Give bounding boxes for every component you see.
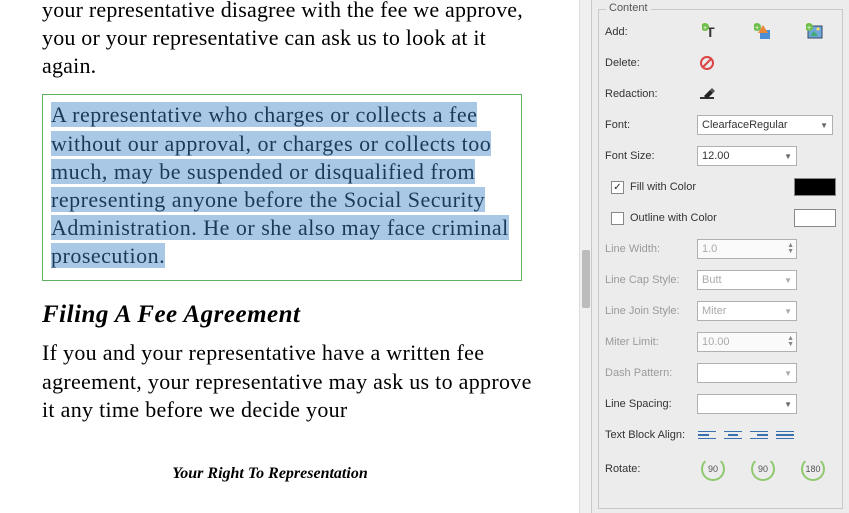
outline-color-label: Outline with Color — [630, 212, 717, 224]
miter-label: Miter Limit: — [605, 336, 697, 348]
font-combo[interactable]: ClearfaceRegular ▼ — [697, 115, 833, 135]
paragraph-bottom: If you and your representative have a wr… — [42, 339, 539, 423]
panel-title: Content — [606, 2, 651, 14]
rotate-180-button[interactable]: 180 — [801, 457, 825, 481]
align-center-button[interactable] — [723, 427, 743, 443]
linecap-label: Line Cap Style: — [605, 274, 697, 286]
selected-text[interactable]: A representative who charges or collects… — [51, 102, 509, 268]
section-heading: Filing A Fee Agreement — [42, 301, 539, 329]
align-label: Text Block Align: — [605, 429, 697, 441]
font-label: Font: — [605, 119, 697, 131]
linewidth-label: Line Width: — [605, 243, 697, 255]
document-view[interactable]: your representative disagree with the fe… — [0, 0, 579, 513]
delete-icon[interactable] — [697, 53, 717, 73]
fontsize-combo[interactable]: 12.00 ▼ — [697, 146, 797, 166]
dash-label: Dash Pattern: — [605, 367, 697, 379]
add-shape-icon[interactable]: + — [753, 22, 773, 42]
fill-color-checkbox[interactable]: ✓ — [611, 181, 624, 194]
paragraph-top: your representative disagree with the fe… — [42, 0, 539, 80]
chevron-down-icon: ▼ — [784, 152, 792, 161]
linespacing-label: Line Spacing: — [605, 398, 697, 410]
chevron-down-icon: ▼ — [820, 121, 828, 130]
linewidth-input: 1.0 ▲▼ — [697, 239, 797, 259]
vertical-scrollbar[interactable] — [579, 0, 591, 513]
align-left-button[interactable] — [697, 427, 717, 443]
dash-combo: ▼ — [697, 363, 797, 383]
content-panel: Content Add: T+ + + Delete: — [591, 0, 849, 513]
svg-text:+: + — [703, 25, 707, 32]
add-image-icon[interactable]: + — [805, 22, 825, 42]
delete-label: Delete: — [605, 57, 697, 69]
add-label: Add: — [605, 26, 697, 38]
outline-color-checkbox[interactable] — [611, 212, 624, 225]
linejoin-combo: Miter ▼ — [697, 301, 797, 321]
fontsize-value: 12.00 — [702, 150, 730, 162]
selected-text-block[interactable]: A representative who charges or collects… — [42, 94, 522, 281]
scrollbar-thumb[interactable] — [582, 250, 590, 308]
fill-color-swatch[interactable] — [794, 178, 836, 196]
linespacing-combo[interactable]: ▼ — [697, 394, 797, 414]
rotate-ccw-90-button[interactable]: 90 — [701, 457, 725, 481]
linecap-combo: Butt ▼ — [697, 270, 797, 290]
redaction-label: Redaction: — [605, 88, 697, 100]
redaction-icon[interactable] — [697, 84, 717, 104]
page-footer: Your Right To Representation — [0, 465, 540, 483]
align-right-button[interactable] — [749, 427, 769, 443]
align-justify-button[interactable] — [775, 427, 795, 443]
font-value: ClearfaceRegular — [702, 119, 788, 131]
fontsize-label: Font Size: — [605, 150, 697, 162]
add-text-icon[interactable]: T+ — [701, 22, 721, 42]
svg-text:+: + — [755, 25, 759, 32]
linejoin-label: Line Join Style: — [605, 305, 697, 317]
outline-color-swatch[interactable] — [794, 209, 836, 227]
svg-text:+: + — [807, 25, 811, 32]
rotate-label: Rotate: — [605, 463, 697, 475]
rotate-cw-90-button[interactable]: 90 — [751, 457, 775, 481]
fill-color-label: Fill with Color — [630, 181, 696, 193]
miter-input: 10.00 ▲▼ — [697, 332, 797, 352]
